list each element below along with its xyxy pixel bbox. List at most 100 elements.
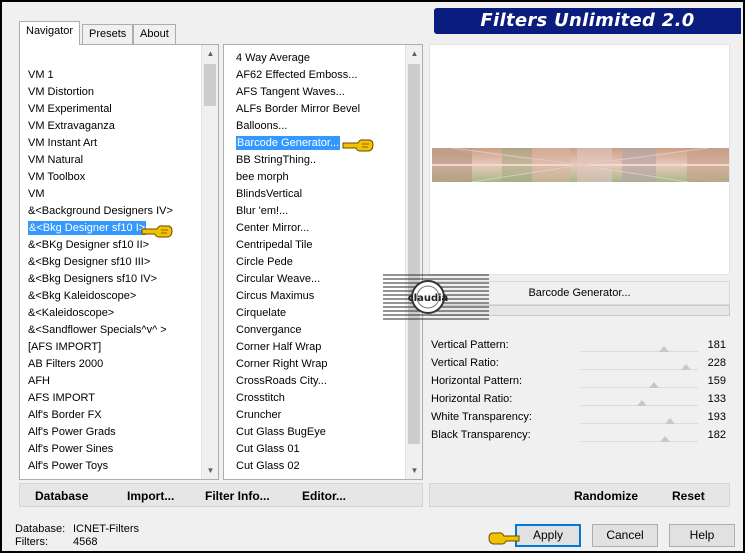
filter-item[interactable]: Cirquelate — [224, 305, 405, 322]
category-item[interactable]: VM Instant Art — [20, 135, 201, 152]
import-button[interactable]: Import... — [127, 489, 174, 503]
category-item[interactable]: &<Sandflower Specials^v^ > — [20, 322, 201, 339]
filter-item[interactable]: CrossRoads City... — [224, 373, 405, 390]
parameter-value: 133 — [707, 393, 726, 405]
filter-item-label: Corner Half Wrap — [236, 341, 322, 353]
category-item[interactable]: &<Bkg Designer sf10 I> — [20, 220, 201, 237]
reset-button[interactable]: Reset — [672, 489, 705, 503]
parameter-slider[interactable]: Vertical Ratio: 228 — [431, 356, 728, 374]
category-item[interactable]: VM Experimental — [20, 101, 201, 118]
category-item[interactable]: Alf's Power Grads — [20, 424, 201, 441]
scroll-up-arrow-icon[interactable]: ▲ — [406, 45, 422, 62]
category-item[interactable]: VM Toolbox — [20, 169, 201, 186]
category-item[interactable]: [AFS IMPORT] — [20, 339, 201, 356]
filter-item-label: Cut Glass 01 — [236, 443, 300, 455]
category-item[interactable]: VM Distortion — [20, 84, 201, 101]
scroll-down-arrow-icon[interactable]: ▼ — [202, 462, 218, 479]
filter-item[interactable]: ALFs Border Mirror Bevel — [224, 101, 405, 118]
filter-item-label: Barcode Generator... — [236, 136, 341, 150]
scroll-down-arrow-icon[interactable]: ▼ — [406, 462, 422, 479]
filter-item[interactable]: Barcode Generator... — [224, 135, 405, 152]
parameter-slider[interactable]: White Transparency: 193 — [431, 410, 728, 428]
parameter-slider[interactable]: Black Transparency: 182 — [431, 428, 728, 446]
category-item[interactable]: Alf's Border FX — [20, 407, 201, 424]
editor-button[interactable]: Editor... — [302, 489, 346, 503]
category-item[interactable]: &<Background Designers IV> — [20, 203, 201, 220]
filter-info-button[interactable]: Filter Info... — [205, 489, 270, 503]
filter-item[interactable]: Blur 'em!... — [224, 203, 405, 220]
filter-item[interactable]: AF62 Effected Emboss... — [224, 67, 405, 84]
filter-item[interactable]: Corner Half Wrap — [224, 339, 405, 356]
category-item[interactable]: VM — [20, 186, 201, 203]
filter-scrollbar[interactable]: ▲ ▼ — [405, 45, 422, 479]
filter-item[interactable]: Centripedal Tile — [224, 237, 405, 254]
cancel-button[interactable]: Cancel — [592, 524, 658, 547]
filter-item[interactable]: AFS Tangent Waves... — [224, 84, 405, 101]
parameter-slider[interactable]: Horizontal Pattern: 159 — [431, 374, 728, 392]
parameter-slider[interactable]: Vertical Pattern: 181 — [431, 338, 728, 356]
apply-button[interactable]: Apply — [515, 524, 581, 547]
filter-item-label: Crosstitch — [236, 392, 285, 404]
filter-item-label: bee morph — [236, 171, 289, 183]
filter-list[interactable]: 4 Way Average AF62 Effected Emboss... AFS … — [224, 45, 405, 479]
filter-item[interactable]: Corner Right Wrap — [224, 356, 405, 373]
slider-thumb[interactable] — [659, 436, 670, 442]
filter-item[interactable]: Circle Pede — [224, 254, 405, 271]
parameter-label: White Transparency: — [431, 411, 532, 423]
slider-track[interactable] — [581, 351, 698, 352]
category-item[interactable]: VM Natural — [20, 152, 201, 169]
tab-navigator[interactable]: Navigator — [19, 21, 81, 45]
slider-thumb[interactable] — [664, 418, 675, 424]
category-item[interactable]: AFS IMPORT — [20, 390, 201, 407]
filter-item[interactable]: BlindsVertical — [224, 186, 405, 203]
filter-item[interactable]: bee morph — [224, 169, 405, 186]
slider-thumb[interactable] — [680, 364, 691, 370]
slider-track[interactable] — [581, 387, 698, 388]
filter-item[interactable]: Cut Glass 01 — [224, 441, 405, 458]
scroll-up-arrow-icon[interactable]: ▲ — [202, 45, 218, 62]
category-item[interactable]: VM Extravaganza — [20, 118, 201, 135]
category-list[interactable]: VM 1 VM Distortion VM Experimental VM Extra… — [20, 45, 201, 479]
slider-track[interactable] — [581, 441, 698, 442]
category-scrollbar[interactable]: ▲ ▼ — [201, 45, 218, 479]
help-button[interactable]: Help — [669, 524, 735, 547]
filter-item[interactable]: Cut Glass BugEye — [224, 424, 405, 441]
filters-unlimited-dialog: Filters Unlimited 2.0 Navigator Presets … — [0, 0, 745, 553]
parameter-slider[interactable]: Horizontal Ratio: 133 — [431, 392, 728, 410]
parameter-label: Vertical Pattern: — [431, 339, 509, 351]
category-item[interactable]: VM 1 — [20, 67, 201, 84]
filter-item[interactable]: Cut Glass 02 — [224, 458, 405, 475]
filter-item[interactable]: Cruncher — [224, 407, 405, 424]
filter-item[interactable]: Crosstitch — [224, 390, 405, 407]
category-item[interactable]: Alf's Power Toys — [20, 458, 201, 475]
slider-thumb[interactable] — [659, 346, 670, 352]
category-item-label: &<Bkg Kaleidoscope> — [28, 290, 137, 302]
slider-thumb[interactable] — [637, 400, 648, 406]
category-item[interactable]: &<BKg Designer sf10 II> — [20, 237, 201, 254]
filter-item[interactable]: Balloons... — [224, 118, 405, 135]
slider-track[interactable] — [581, 423, 698, 424]
filter-item[interactable]: Convergance — [224, 322, 405, 339]
category-item[interactable]: Alf's Power Sines — [20, 441, 201, 458]
category-item[interactable]: &<Kaleidoscope> — [20, 305, 201, 322]
filter-item-label: Cruncher — [236, 409, 282, 421]
scroll-thumb[interactable] — [408, 64, 420, 444]
filter-item[interactable]: Center Mirror... — [224, 220, 405, 237]
pointing-hand-icon — [141, 225, 173, 238]
category-item[interactable]: &<Bkg Kaleidoscope> — [20, 288, 201, 305]
category-item[interactable]: AFH — [20, 373, 201, 390]
tab-about[interactable]: About — [133, 24, 176, 44]
database-button[interactable]: Database — [35, 489, 88, 503]
filter-item[interactable]: 4 Way Average — [224, 50, 405, 67]
tab-presets[interactable]: Presets — [82, 24, 134, 44]
category-item[interactable]: &<Bkg Designer sf10 III> — [20, 254, 201, 271]
randomize-button[interactable]: Randomize — [574, 489, 638, 503]
category-item[interactable]: &<Bkg Designers sf10 IV> — [20, 271, 201, 288]
filter-item[interactable]: Circus Maximus — [224, 288, 405, 305]
slider-thumb[interactable] — [648, 382, 659, 388]
filter-item[interactable]: BB StringThing.. — [224, 152, 405, 169]
category-item[interactable]: AB Filters 2000 — [20, 356, 201, 373]
category-item-label: &<Bkg Designer sf10 III> — [28, 256, 151, 268]
filter-item[interactable]: Circular Weave... — [224, 271, 405, 288]
scroll-thumb[interactable] — [204, 64, 216, 106]
